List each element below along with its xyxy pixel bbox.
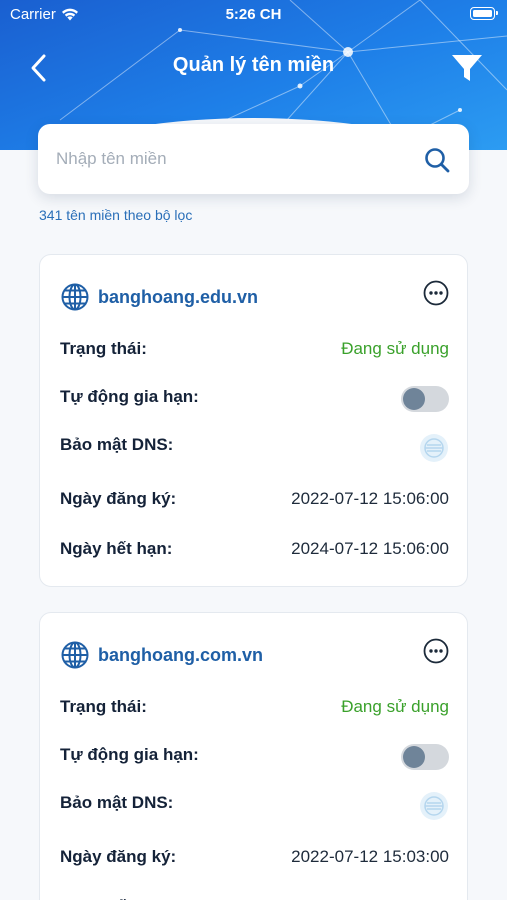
globe-icon: [61, 283, 89, 311]
status-label: Trạng thái:: [60, 697, 147, 716]
expires-label: Ngày hết hạn:: [60, 539, 173, 558]
dns-label: Bảo mật DNS:: [60, 793, 174, 812]
auto-renew-label: Tự động gia hạn:: [60, 745, 199, 764]
dns-row: Bảo mật DNS:: [60, 791, 449, 821]
dns-security-icon[interactable]: [419, 791, 449, 821]
search-box: [38, 124, 469, 194]
chevron-left-icon: [31, 54, 46, 82]
search-icon[interactable]: [423, 146, 451, 174]
domain-card[interactable]: banghoang.edu.vn Trạng thái: Đang sử dụn…: [39, 254, 468, 587]
dns-security-icon[interactable]: [419, 433, 449, 463]
registered-label: Ngày đăng ký:: [60, 489, 177, 508]
toggle-knob: [403, 746, 425, 768]
nav-bar: Quản lý tên miền: [0, 42, 507, 90]
auto-renew-label: Tự động gia hạn:: [60, 387, 199, 406]
toggle-knob: [403, 388, 425, 410]
status-row: Trạng thái: Đang sử dụng: [60, 339, 449, 365]
page-title: Quản lý tên miền: [172, 54, 335, 76]
dns-row: Bảo mật DNS:: [60, 433, 449, 463]
filter-button[interactable]: [449, 50, 485, 86]
search-input[interactable]: [56, 124, 416, 194]
registered-row: Ngày đăng ký: 2022-07-12 15:06:00: [60, 489, 449, 515]
dns-label: Bảo mật DNS:: [60, 435, 174, 454]
result-count: 341 tên miền theo bộ lọc: [39, 207, 193, 223]
domain-name[interactable]: banghoang.edu.vn: [98, 287, 258, 308]
more-options-icon[interactable]: [423, 638, 449, 664]
auto-renew-row: Tự động gia hạn:: [60, 744, 449, 771]
more-options-icon[interactable]: [423, 280, 449, 306]
registered-value: 2022-07-12 15:03:00: [291, 847, 449, 866]
domain-card[interactable]: banghoang.com.vn Trạng thái: Đang sử dụn…: [39, 612, 468, 900]
expires-value: 2024-07-12 15:06:00: [291, 539, 449, 558]
status-value: Đang sử dụng: [341, 339, 449, 358]
domain-card-header: banghoang.edu.vn: [60, 282, 258, 312]
domain-name[interactable]: banghoang.com.vn: [98, 645, 263, 666]
auto-renew-toggle[interactable]: [401, 744, 449, 770]
filter-icon: [452, 55, 482, 81]
auto-renew-toggle[interactable]: [401, 386, 449, 412]
auto-renew-row: Tự động gia hạn:: [60, 386, 449, 413]
status-time: 5:26 CH: [225, 6, 282, 23]
battery-icon: [470, 7, 498, 20]
back-button[interactable]: [22, 50, 58, 86]
status-value: Đang sử dụng: [341, 697, 449, 716]
registered-label: Ngày đăng ký:: [60, 847, 177, 866]
status-label: Trạng thái:: [60, 339, 147, 358]
domain-card-header: banghoang.com.vn: [60, 640, 263, 670]
registered-row: Ngày đăng ký: 2022-07-12 15:03:00: [60, 847, 449, 873]
expires-row: Ngày hết hạn: 2024-07-12 15:06:00: [60, 539, 449, 565]
status-bar: Carrier 5:26 CH: [0, 0, 507, 28]
globe-icon: [61, 641, 89, 669]
status-row: Trạng thái: Đang sử dụng: [60, 697, 449, 723]
registered-value: 2022-07-12 15:06:00: [291, 489, 449, 508]
